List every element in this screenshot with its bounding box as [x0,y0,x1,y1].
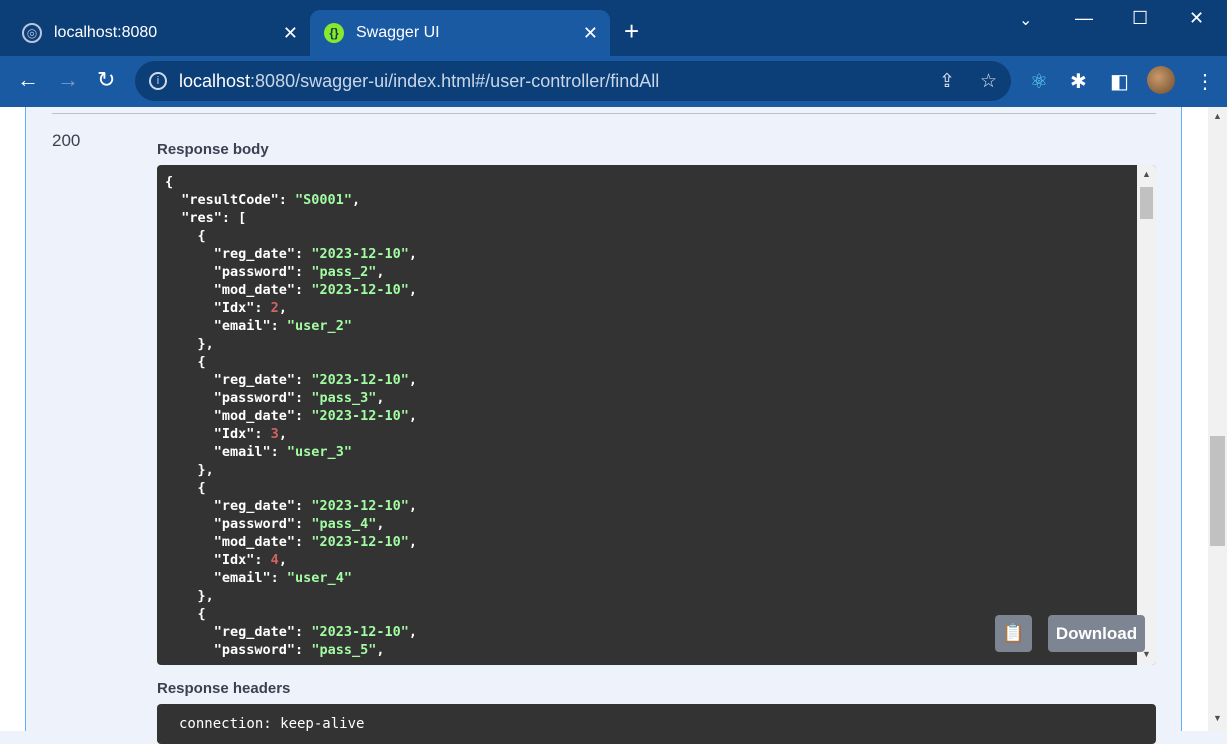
tab-strip: ◎ localhost:8080 ✕ {} Swagger UI ✕ + ⌄ —… [0,0,1227,56]
minimize-button[interactable]: — [1075,8,1093,29]
maximize-button[interactable]: ☐ [1132,8,1148,29]
bookmark-star-icon[interactable]: ☆ [980,70,997,93]
response-status-code: 200 [52,131,81,150]
back-button[interactable]: ← [17,68,39,92]
tab-title: localhost:8080 [54,24,158,41]
tab-title: Swagger UI [356,24,440,41]
url-path: :8080/swagger-ui/index.html#/user-contro… [250,70,660,91]
new-tab-button[interactable]: + [624,18,639,44]
url-text[interactable]: localhost:8080/swagger-ui/index.html#/us… [179,71,659,92]
profile-avatar[interactable] [1147,66,1175,94]
site-info-icon[interactable]: i [149,72,167,90]
address-bar[interactable]: i localhost:8080/swagger-ui/index.html#/… [135,61,1011,101]
browser-chrome: ◎ localhost:8080 ✕ {} Swagger UI ✕ + ⌄ —… [0,0,1227,107]
share-icon[interactable]: ⇪ [939,70,955,93]
response-headers-label: Response headers [157,680,291,697]
divider [52,113,1156,114]
url-host: localhost [179,70,251,91]
close-tab-icon[interactable]: ✕ [583,23,598,44]
close-tab-icon[interactable]: ✕ [283,23,298,44]
page-scrollbar[interactable]: ▲ ▼ [1208,107,1227,731]
scroll-thumb[interactable] [1140,187,1153,219]
tab-search-icon[interactable]: ⌄ [1019,10,1032,30]
tab-localhost[interactable]: ◎ localhost:8080 ✕ [8,10,310,56]
menu-kebab-icon[interactable]: ⋮ [1195,69,1215,94]
response-body-label: Response body [157,141,269,158]
side-panel-icon[interactable]: ◧ [1110,69,1129,94]
browser-toolbar: ← → ↻ i localhost:8080/swagger-ui/index.… [0,56,1227,107]
operation-panel: 200 Response body { "resultCode": "S0001… [25,107,1182,744]
headers-text: connection: keep-alive [179,716,365,732]
globe-icon: ◎ [22,23,42,43]
swagger-page: 200 Response body { "resultCode": "S0001… [0,107,1227,744]
tab-swagger-ui[interactable]: {} Swagger UI ✕ [310,10,610,56]
react-devtools-icon[interactable]: ⚛ [1030,69,1048,94]
scroll-up-arrow-icon[interactable]: ▲ [1142,169,1151,179]
swagger-icon: {} [324,23,344,43]
response-body-code[interactable]: { "resultCode": "S0001", "res": [ { "reg… [157,165,1156,665]
response-headers-code[interactable]: connection: keep-alive [157,704,1156,744]
page-scroll-down-icon[interactable]: ▼ [1213,713,1222,723]
close-window-button[interactable]: ✕ [1189,8,1204,29]
page-scroll-up-icon[interactable]: ▲ [1213,111,1222,121]
extensions-puzzle-icon[interactable]: ✱ [1070,69,1087,94]
copy-to-clipboard-button[interactable]: 📋 [995,615,1032,652]
download-button[interactable]: Download [1048,615,1145,652]
code-scrollbar[interactable]: ▲ ▼ [1137,165,1156,665]
json-text: { "resultCode": "S0001", "res": [ { "reg… [165,174,417,658]
reload-button[interactable]: ↻ [97,68,115,92]
forward-button[interactable]: → [57,68,79,92]
page-scroll-thumb[interactable] [1210,436,1225,546]
clipboard-icon: 📋 [1002,623,1025,643]
